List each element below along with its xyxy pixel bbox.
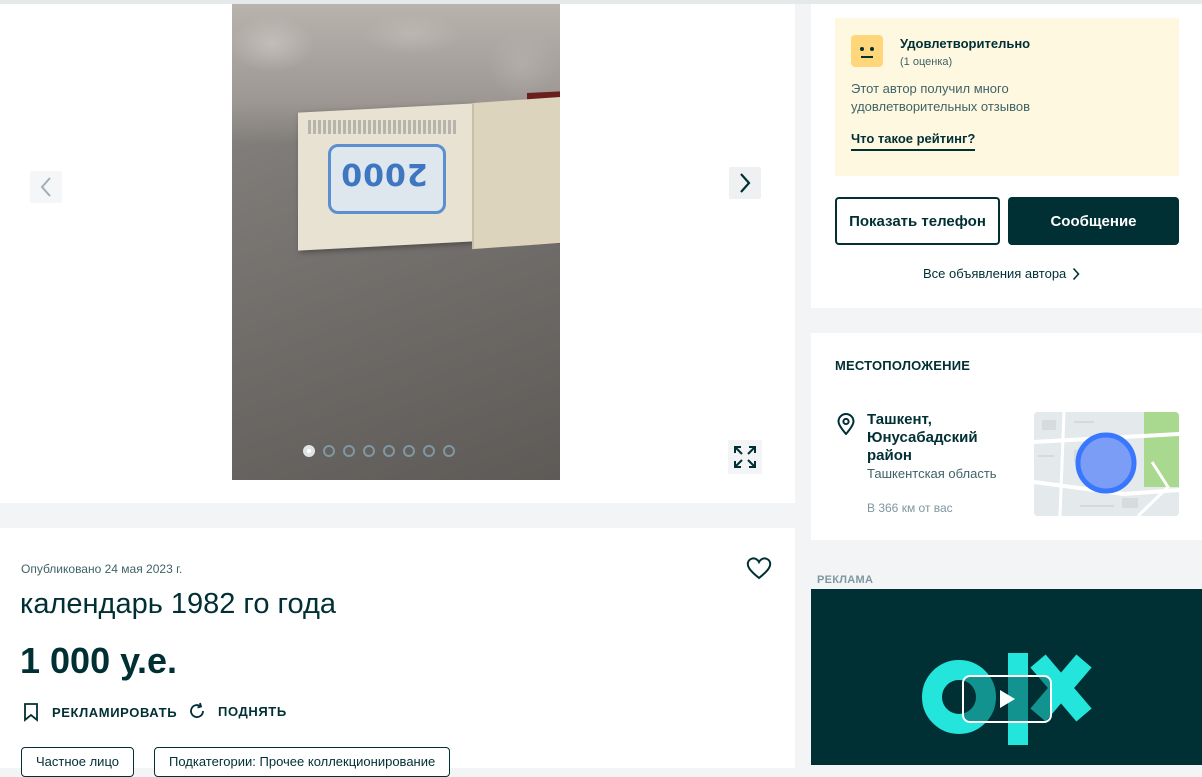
photo-gallery: 2000	[0, 4, 795, 503]
seller-rating: Удовлетворительно (1 оценка) Этот автор …	[835, 18, 1179, 176]
location-map[interactable]	[1034, 412, 1179, 516]
refresh-icon	[190, 702, 204, 718]
pagination-dot[interactable]	[443, 445, 455, 457]
rating-title: Удовлетворительно	[900, 36, 1031, 51]
pagination-dot[interactable]	[323, 445, 335, 457]
location-region: Ташкентская область	[867, 466, 997, 481]
listing-photo[interactable]: 2000	[232, 4, 560, 480]
rating-face-mouth	[861, 56, 873, 58]
map-preview	[1034, 412, 1179, 516]
prev-photo-button[interactable]	[30, 171, 62, 203]
location-distance: В 366 км от вас	[867, 501, 953, 515]
listing-details: Опубликовано 24 мая 2023 г. календарь 19…	[0, 528, 795, 777]
ad-label: РЕКЛАМА	[817, 574, 874, 586]
tag-seller-type[interactable]: Частное лицо	[21, 747, 134, 777]
raise-label: ПОДНЯТЬ	[218, 703, 287, 719]
pagination-dot[interactable]	[383, 445, 395, 457]
raise-button[interactable]: ПОДНЯТЬ	[188, 702, 287, 720]
chevron-right-icon	[740, 173, 751, 193]
location-title: МЕСТОПОЛОЖЕНИЕ	[835, 358, 971, 373]
location-card: МЕСТОПОЛОЖЕНИЕ Ташкент, Юнусабадский рай…	[811, 333, 1202, 540]
message-button[interactable]: Сообщение	[1008, 197, 1179, 245]
rating-count: (1 оценка)	[900, 56, 953, 68]
fullscreen-button[interactable]	[728, 440, 762, 474]
seller-card: Удовлетворительно (1 оценка) Этот автор …	[811, 4, 1202, 308]
pagination-dot[interactable]	[363, 445, 375, 457]
heart-icon[interactable]	[745, 554, 773, 582]
show-phone-button[interactable]: Показать телефон	[835, 197, 1000, 245]
pin-icon	[837, 413, 855, 435]
photo-book-page-right	[472, 96, 560, 250]
rating-face-eye	[860, 47, 864, 51]
play-video-button[interactable]	[962, 675, 1052, 723]
play-icon	[1000, 690, 1015, 708]
all-author-ads-label: Все объявления автора	[923, 266, 1067, 281]
tag-subcategory[interactable]: Подкатегории: Прочее коллекционирование	[154, 747, 451, 777]
pagination-dot[interactable]	[343, 445, 355, 457]
listing-price: 1 000 у.е.	[20, 640, 177, 681]
promote-button[interactable]: РЕКЛАМИРОВАТЬ	[22, 702, 177, 722]
bookmark-icon	[24, 703, 38, 722]
rating-description: Этот автор получил много удовлетворитель…	[851, 81, 1031, 114]
rating-face-icon	[851, 35, 883, 67]
expand-icon	[734, 446, 756, 468]
pagination-dot[interactable]	[423, 445, 435, 457]
rating-info-link[interactable]: Что такое рейтинг?	[851, 131, 976, 151]
photo-book-text	[308, 120, 458, 134]
chevron-right-icon	[1073, 267, 1080, 280]
location-city: Ташкент, Юнусабадский район	[867, 411, 978, 464]
next-photo-button[interactable]	[729, 167, 761, 199]
all-author-ads-link[interactable]: Все объявления автора	[923, 266, 1080, 281]
photo-pagination	[303, 445, 455, 457]
published-date: Опубликовано 24 мая 2023 г.	[21, 562, 183, 576]
listing-title: календарь 1982 го года	[20, 588, 337, 620]
rating-face-eye	[870, 47, 874, 51]
ad-banner[interactable]	[811, 589, 1202, 765]
promote-label: РЕКЛАМИРОВАТЬ	[52, 704, 178, 720]
pagination-dot[interactable]	[403, 445, 415, 457]
pagination-dot[interactable]	[303, 445, 315, 457]
chevron-left-icon	[40, 177, 51, 197]
photo-emblem-year: 2000	[340, 156, 428, 191]
